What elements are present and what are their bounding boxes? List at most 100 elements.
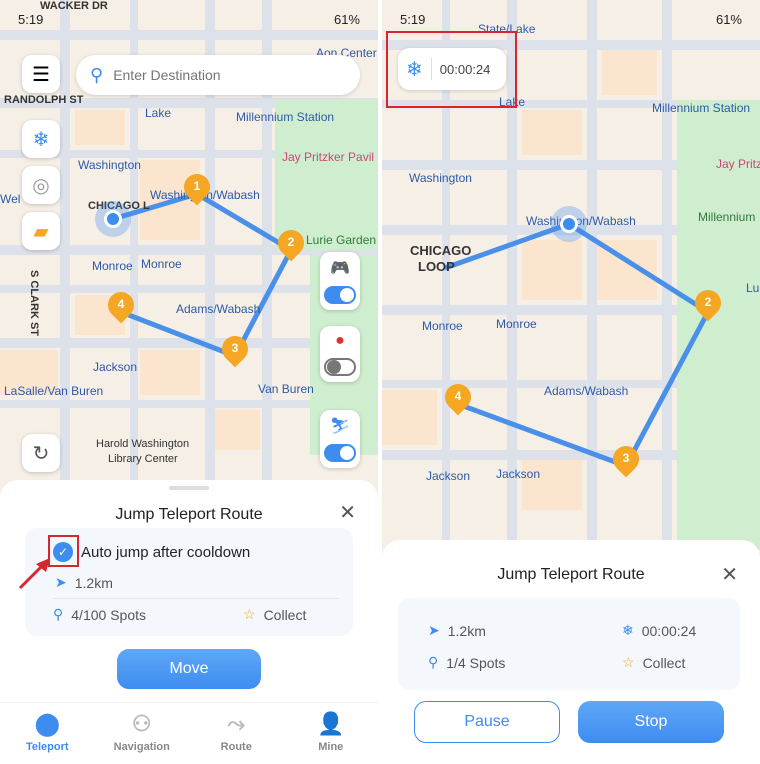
close-icon[interactable]: ✕ (339, 500, 356, 525)
compass-button[interactable]: ◎ (22, 166, 60, 204)
route-pin-4[interactable]: 4 (439, 378, 477, 416)
map-label: Jay Pritz (716, 157, 760, 171)
auto-jump-label[interactable]: Auto jump after cooldown (81, 544, 250, 561)
import-button[interactable]: ▰ (22, 212, 60, 250)
user-icon: 👤 (317, 711, 345, 736)
distance-value: 1.2km (74, 574, 113, 591)
navigation-arrow-icon: ➤ (428, 622, 440, 638)
map-label: Millennium Station (652, 101, 751, 115)
search-bar[interactable]: ⚲ (76, 55, 360, 95)
drag-handle[interactable] (169, 486, 209, 490)
game-toggle-card: ● (320, 326, 360, 382)
map-label: Monroe (141, 257, 182, 271)
cooldown-value: 00:00:24 (641, 622, 697, 639)
map-label: LaSalle/Van Buren (4, 384, 104, 398)
cooldown-button[interactable]: ❄ (22, 120, 60, 158)
search-icon: ⚲ (90, 64, 104, 85)
tab-teleport[interactable]: ⬤ Teleport (7, 703, 87, 764)
spots-icon: ⚲ (428, 654, 439, 670)
sheet-title: Jump Teleport Route (115, 506, 263, 523)
current-location-marker (551, 206, 587, 242)
close-icon[interactable]: ✕ (721, 562, 738, 587)
map-label: Millennium (698, 210, 756, 224)
map-label: Monroe (496, 317, 537, 331)
map-label: Lurie Garden (306, 233, 377, 247)
status-battery: 61% (333, 12, 360, 27)
route-sheet: Jump Teleport Route ✕ ➤ 1.2km ❄ 00:00:24 ⚲… (382, 540, 760, 764)
move-button[interactable]: Move (117, 649, 261, 689)
route-pin-2[interactable]: 2 (689, 284, 727, 322)
current-location-marker (95, 201, 131, 237)
bottom-tab-bar: ⬤ Teleport ⚇ Navigation ⤳ Route 👤 Mine (0, 702, 378, 764)
map-label: Monroe (422, 319, 463, 333)
gamepad-icon: 🎮 (330, 260, 350, 277)
refresh-icon: ↻ (32, 442, 50, 465)
game-toggle[interactable] (324, 358, 356, 376)
map-label: Harold Washington (96, 438, 190, 450)
runner-icon: ⛷ (329, 418, 351, 435)
red-arrow-annotation (18, 558, 50, 590)
map-label: S CLARK ST (28, 270, 40, 336)
route-pin-1[interactable]: 1 (178, 168, 216, 206)
map-label: LOOP (418, 259, 455, 274)
divider (53, 598, 339, 599)
route-info-card: ➤ 1.2km ❄ 00:00:24 ⚲ 1/4 Spots ☆ Collect (398, 598, 740, 690)
hamburger-icon: ☰ (32, 63, 50, 86)
navigation-arrow-icon: ➤ (55, 574, 67, 590)
snowflake-icon: ❄ (622, 622, 634, 638)
collect-button[interactable]: ☆ Collect (243, 606, 306, 623)
map-label: Wel (0, 192, 21, 206)
compass-icon: ◎ (32, 174, 50, 197)
map-label: RANDOLPH ST (4, 94, 84, 106)
phone-screen-setup: WACKER DR RANDOLPH ST Lake Millennium St… (0, 0, 378, 764)
status-bar: 5:19 61% (400, 12, 742, 27)
folder-icon: ▰ (33, 220, 49, 243)
status-time: 5:19 (18, 12, 44, 27)
spots-count: 4/100 Spots (71, 606, 146, 623)
menu-button[interactable]: ☰ (22, 55, 60, 93)
joystick-icon: ● (335, 332, 345, 349)
stop-button[interactable]: Stop (578, 701, 724, 743)
status-battery: 61% (715, 12, 742, 27)
speed-toggle[interactable] (324, 444, 356, 462)
map-label: Van Buren (258, 382, 314, 396)
star-icon: ☆ (622, 654, 635, 670)
reset-button[interactable]: ↻ (22, 434, 60, 472)
map-label: Jackson (93, 360, 138, 374)
sheet-title: Jump Teleport Route (497, 566, 645, 583)
snowflake-icon: ❄ (32, 128, 50, 151)
navigation-icon: ⚇ (131, 711, 152, 736)
map-label: Millennium Station (236, 110, 335, 124)
tab-mine[interactable]: 👤 Mine (291, 703, 371, 764)
map-label: Lu (746, 281, 760, 295)
tab-navigation[interactable]: ⚇ Navigation (102, 703, 182, 764)
map-label: Adams/Wabash (544, 384, 629, 398)
status-bar: 5:19 61% (18, 12, 360, 27)
map-label: Washington (78, 158, 141, 172)
spots-icon: ⚲ (53, 606, 64, 622)
route-pin-3[interactable]: 3 (607, 440, 645, 478)
speed-toggle-card: ⛷ (320, 410, 360, 468)
map-label: Jackson (496, 467, 541, 481)
status-time: 5:19 (400, 12, 426, 27)
map-label: WACKER DR (40, 0, 108, 12)
highlight-box (386, 31, 517, 108)
map-label: Library Center (108, 453, 178, 465)
phone-screen-running: State/Lake Lake Millennium Station Jay P… (382, 0, 760, 764)
tab-route[interactable]: ⤳ Route (196, 703, 276, 764)
map-label: Monroe (92, 259, 133, 273)
route-pin-4[interactable]: 4 (102, 286, 140, 324)
route-icon: ⤳ (227, 711, 246, 736)
distance-value: 1.2km (447, 622, 486, 639)
route-pin-3[interactable]: 3 (216, 330, 254, 368)
map-label: Jackson (426, 469, 471, 483)
joystick-toggle[interactable] (324, 286, 356, 304)
map-label: Lake (145, 106, 172, 120)
destination-input[interactable] (113, 67, 314, 83)
location-pin-icon: ⬤ (34, 711, 60, 736)
route-pin-2[interactable]: 2 (272, 224, 310, 262)
collect-button[interactable]: ☆ Collect (622, 654, 685, 671)
map-label: CHICAGO (410, 243, 472, 258)
map-label: Washington (409, 171, 472, 185)
pause-button[interactable]: Pause (414, 701, 560, 743)
